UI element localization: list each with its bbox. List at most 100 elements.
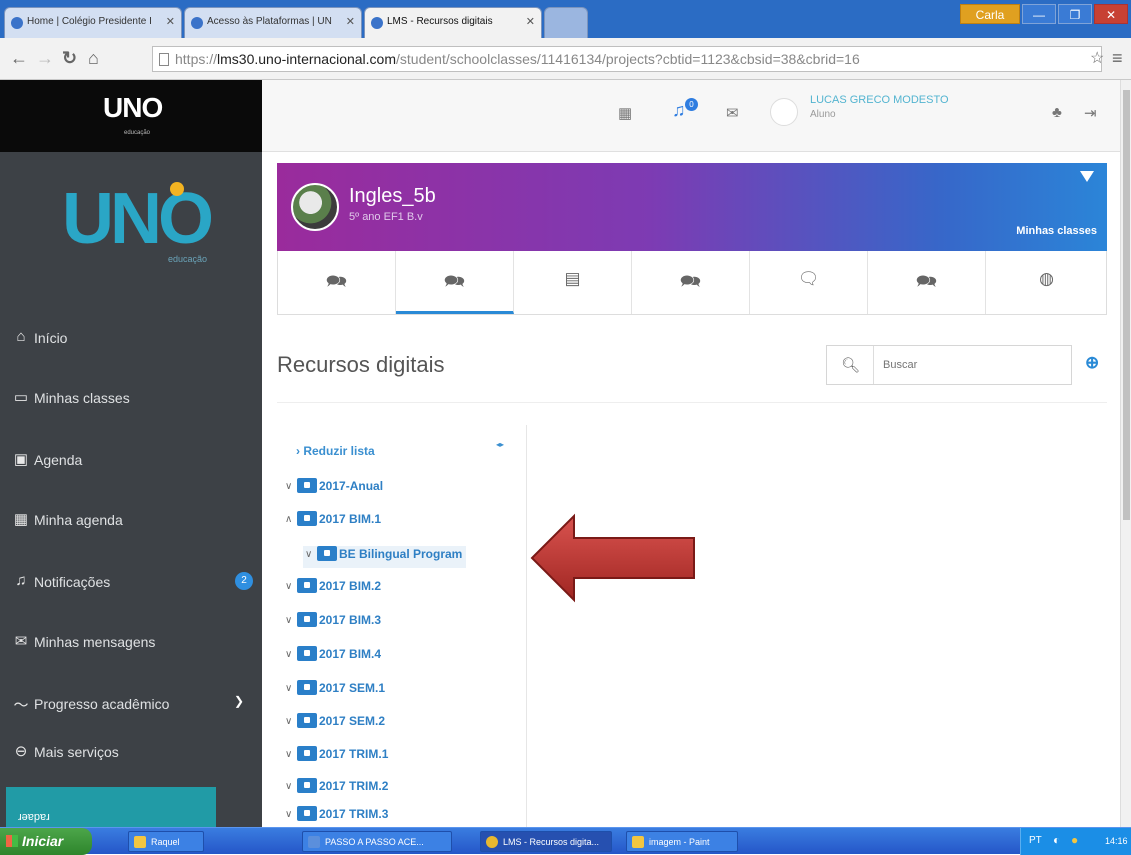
- reload-icon[interactable]: ↻: [62, 48, 77, 68]
- sidebar-banner[interactable]: ɹǝɐpɐɹ: [6, 787, 216, 827]
- close-tab-icon[interactable]: ✕: [526, 15, 535, 28]
- tree-item[interactable]: ∨ 2017 BIM.3: [285, 612, 381, 634]
- my-classes-link[interactable]: Minhas classes: [1016, 225, 1097, 237]
- url-input[interactable]: https://lms30.uno-internacional.com/stud…: [152, 46, 1102, 72]
- tree-item[interactable]: ∨ 2017 TRIM.1: [285, 746, 388, 768]
- browser-tab-3[interactable]: LMS - Recursos digitais ✕: [364, 7, 542, 38]
- bookmark-star-icon[interactable]: ☆: [1090, 49, 1104, 69]
- tree-item[interactable]: ∨ 2017 SEM.1: [285, 680, 385, 702]
- tree-item-label: 2017 TRIM.3: [319, 807, 389, 821]
- chevron-down-icon: ∨: [285, 749, 293, 760]
- chevron-down-icon: ∨: [285, 649, 293, 660]
- taskbar-button-raquel[interactable]: Raquel: [128, 831, 204, 852]
- envelope-icon: ✉: [14, 633, 28, 650]
- uno-logo-large: UNO educação: [0, 152, 262, 312]
- tab-globe[interactable]: ◍: [986, 251, 1107, 314]
- menu-icon[interactable]: ≡: [1112, 48, 1123, 68]
- system-tray: PT ◐ ● 14:16: [1020, 828, 1131, 855]
- browser-tab-bar: Home | Colégio Presidente I ✕ Acesso às …: [0, 0, 1131, 38]
- sidebar-item-label: Minha agenda: [34, 512, 123, 528]
- close-tab-icon[interactable]: ✕: [346, 15, 355, 28]
- tab-chat-board[interactable]: 🗪: [868, 251, 986, 314]
- paint-icon: [632, 836, 644, 848]
- tab-documents[interactable]: ▤: [514, 251, 632, 314]
- sidebar-item-label: Notificações: [34, 574, 111, 590]
- close-window-button[interactable]: ✕: [1094, 4, 1128, 24]
- sidebar-item-minhas-classes[interactable]: ▭ Minhas classes: [0, 378, 262, 418]
- browser-tab-1[interactable]: Home | Colégio Presidente I ✕: [4, 7, 182, 38]
- chrome-icon: [486, 836, 498, 848]
- user-role: Aluno: [810, 109, 836, 120]
- calendar-icon[interactable]: ▦: [618, 104, 632, 122]
- browser-tab-2[interactable]: Acesso às Plataformas | UN ✕: [184, 7, 362, 38]
- tab-chat-search[interactable]: 🗪: [632, 251, 750, 314]
- minimize-button[interactable]: —: [1022, 4, 1056, 24]
- start-button[interactable]: Iniciar: [0, 828, 92, 855]
- forward-icon[interactable]: →: [36, 48, 54, 68]
- taskbar-button-lms[interactable]: LMS - Recursos digita...: [480, 831, 612, 852]
- url-scheme: https://: [175, 51, 218, 67]
- avatar[interactable]: [770, 98, 798, 126]
- collapse-arrows-icon[interactable]: ◂▸: [496, 440, 504, 449]
- shield-icon[interactable]: ●: [1071, 833, 1078, 847]
- reduzir-label: Reduzir lista: [303, 444, 375, 458]
- home-icon[interactable]: ⌂: [88, 48, 99, 68]
- clock[interactable]: 14:16: [1105, 836, 1128, 846]
- tab-recursos-digitais[interactable]: 🗪: [396, 251, 514, 314]
- language-indicator[interactable]: PT: [1029, 835, 1042, 846]
- page-icon: [159, 53, 169, 66]
- sidebar-item-minhas-mensagens[interactable]: ✉ Minhas mensagens: [0, 622, 262, 662]
- triangle-down-icon[interactable]: [1080, 171, 1094, 182]
- class-name: Ingles_5b: [349, 185, 436, 207]
- maximize-button[interactable]: ❐: [1058, 4, 1092, 24]
- sidebar-item-label: Agenda: [34, 452, 83, 468]
- uno-logo-small[interactable]: UNO educação: [0, 80, 262, 152]
- tree-item[interactable]: ∨ 2017 BIM.4: [285, 646, 381, 668]
- zoom-search-icon[interactable]: ⊕: [1085, 353, 1099, 373]
- org-chart-icon[interactable]: ♣: [1052, 104, 1062, 121]
- taskbar-button-paint[interactable]: imagem - Paint: [626, 831, 738, 852]
- tree-item[interactable]: ∧ 2017 BIM.1: [285, 511, 381, 533]
- folder-icon: [297, 680, 317, 695]
- search-input[interactable]: [883, 356, 1063, 374]
- sidebar-item-label: Minhas classes: [34, 390, 130, 406]
- taskbar-label: PASSO A PASSO ACE...: [325, 837, 424, 847]
- sidebar-item-inicio[interactable]: ⌂ Início: [0, 318, 262, 358]
- page-scrollbar[interactable]: [1120, 80, 1131, 827]
- sidebar-item-label: Minhas mensagens: [34, 634, 156, 650]
- sidebar-item-agenda[interactable]: ▣ Agenda: [0, 440, 262, 480]
- taskbar-button-passo[interactable]: PASSO A PASSO ACE...: [302, 831, 452, 852]
- bell-icon[interactable]: ♫: [672, 100, 686, 121]
- sidebar-item-notificacoes[interactable]: ♫ Notificações 2: [0, 562, 262, 602]
- tree-item-label: 2017 BIM.3: [319, 613, 382, 627]
- word-doc-icon: [308, 836, 320, 848]
- user-name[interactable]: LUCAS GRECO MODESTO: [810, 94, 949, 106]
- tab-chat-reply[interactable]: 🗨: [750, 251, 868, 314]
- window-user-badge[interactable]: Carla: [960, 4, 1020, 24]
- reduzir-lista-link[interactable]: › Reduzir lista: [296, 444, 375, 458]
- back-icon[interactable]: ←: [10, 48, 28, 68]
- tree-item[interactable]: ∨ 2017 TRIM.2: [285, 778, 388, 800]
- logo-text: UNO: [103, 92, 163, 123]
- tree-item-selected[interactable]: ∨ BE Bilingual Program: [303, 546, 467, 568]
- tree-item[interactable]: ∨ 2017 SEM.2: [285, 713, 385, 735]
- bell-icon: ♫: [15, 572, 27, 589]
- tree-item[interactable]: ∨ 2017-Anual: [285, 478, 383, 500]
- tab-chat-home[interactable]: 🗪: [278, 251, 396, 314]
- envelope-icon[interactable]: ✉: [726, 104, 739, 122]
- new-tab-button[interactable]: [544, 7, 588, 38]
- sidebar-item-mais-servicos[interactable]: ⊖ Mais serviços: [0, 732, 262, 772]
- tree-item[interactable]: ∨ 2017 TRIM.3: [285, 806, 388, 828]
- logout-icon[interactable]: ⇥: [1084, 104, 1097, 122]
- network-icon[interactable]: ◐: [1053, 833, 1060, 847]
- sidebar-item-minha-agenda[interactable]: ▦ Minha agenda: [0, 500, 262, 540]
- tree-item[interactable]: ∨ 2017 BIM.2: [285, 578, 381, 600]
- sidebar-item-progresso-academico[interactable]: 〜 Progresso acadêmico ❯: [0, 684, 262, 724]
- globe-icon: ◍: [1039, 269, 1054, 288]
- search-icon[interactable]: 🔍︎: [841, 356, 860, 374]
- favicon-icon: [371, 17, 383, 29]
- sidebar-item-label: Progresso acadêmico: [34, 696, 170, 712]
- close-tab-icon[interactable]: ✕: [166, 15, 175, 28]
- scrollbar-thumb[interactable]: [1123, 90, 1130, 520]
- home-icon: ⌂: [16, 328, 26, 345]
